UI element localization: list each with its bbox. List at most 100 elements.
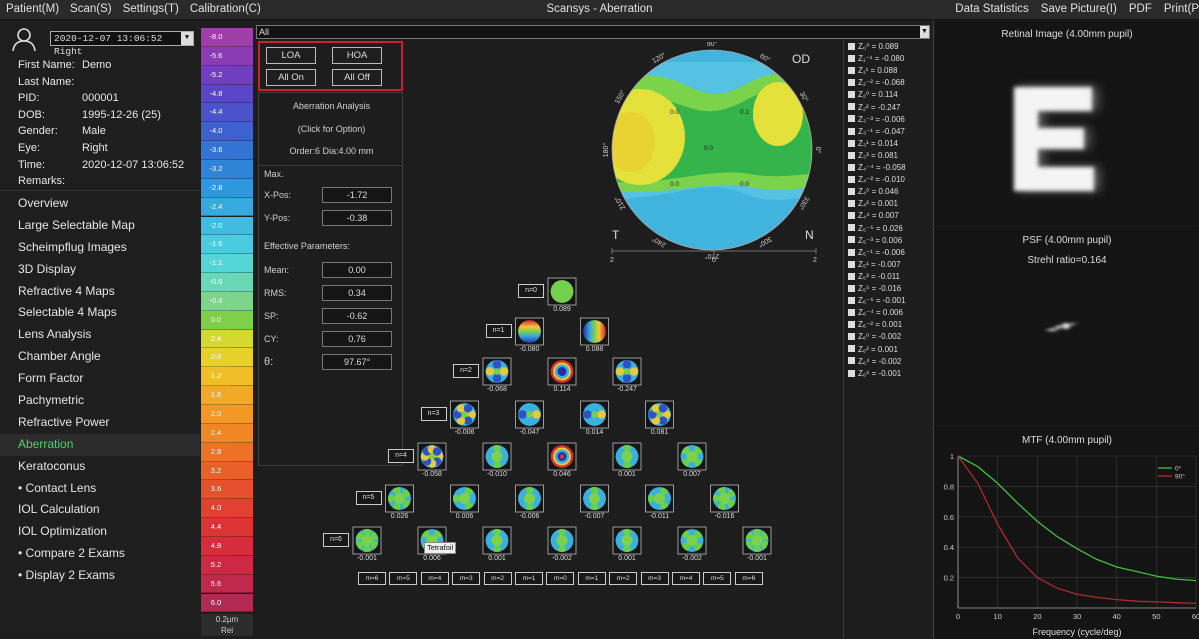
sidebar-item-display-2-exams[interactable]: • Display 2 Exams xyxy=(0,565,200,587)
zernike-term-frame[interactable] xyxy=(580,400,609,429)
sidebar-item-aberration[interactable]: Aberration xyxy=(0,433,200,456)
scale-mode[interactable]: Rel xyxy=(201,625,253,637)
checkbox[interactable] xyxy=(848,260,855,268)
checkbox[interactable] xyxy=(848,67,855,75)
zernike-term-frame[interactable] xyxy=(417,442,447,471)
zernike-term-frame[interactable] xyxy=(612,442,642,471)
zernike-coefficient-row[interactable]: Z₃¹ = 0.014 xyxy=(848,139,898,149)
zernike-coefficient-row[interactable]: Z₀⁰ = 0.089 xyxy=(848,42,899,52)
zernike-coefficient-row[interactable]: Z₆⁴ = -0.002 xyxy=(848,357,901,367)
checkbox[interactable] xyxy=(848,333,855,341)
sidebar-item-compare-2-exams[interactable]: • Compare 2 Exams xyxy=(0,543,200,565)
save-picture-button[interactable]: Save Picture(I) xyxy=(1041,3,1117,15)
zernike-coefficient-row[interactable]: Z₆⁻⁴ = 0.006 xyxy=(848,308,903,318)
zernike-coefficient-row[interactable]: Z₂⁻² = -0.068 xyxy=(848,78,905,88)
sidebar-item-iol-calculation[interactable]: IOL Calculation xyxy=(0,499,200,521)
zernike-coefficient-row[interactable]: Z₆⁶ = -0.001 xyxy=(848,369,901,379)
zernike-term-frame[interactable] xyxy=(515,317,544,346)
checkbox[interactable] xyxy=(848,309,855,317)
zernike-term-frame[interactable] xyxy=(677,442,707,471)
sidebar-item-form-factor[interactable]: Form Factor xyxy=(0,368,200,390)
checkbox[interactable] xyxy=(848,369,855,377)
zernike-coefficient-row[interactable]: Z₃⁻¹ = -0.047 xyxy=(848,127,905,137)
menu-settings[interactable]: Settings(T) xyxy=(123,3,179,15)
checkbox[interactable] xyxy=(848,151,855,159)
checkbox[interactable] xyxy=(848,345,855,353)
analysis-option-hint[interactable]: (Click for Option) xyxy=(259,124,404,134)
zernike-coefficient-row[interactable]: Z₆² = 0.001 xyxy=(848,345,898,355)
hoa-button[interactable]: HOA xyxy=(332,47,382,64)
zernike-coefficient-row[interactable]: Z₃⁻³ = -0.006 xyxy=(848,115,905,125)
checkbox[interactable] xyxy=(848,54,855,62)
zernike-coefficient-row[interactable]: Z₂⁰ = 0.114 xyxy=(848,90,898,100)
zernike-term-frame[interactable] xyxy=(612,357,642,386)
loa-button[interactable]: LOA xyxy=(266,47,316,64)
checkbox[interactable] xyxy=(848,127,855,135)
zernike-coefficient-row[interactable]: Z₃³ = 0.081 xyxy=(848,151,898,161)
checkbox[interactable] xyxy=(848,103,855,111)
zernike-term-frame[interactable] xyxy=(352,526,382,555)
zernike-term-frame[interactable] xyxy=(677,526,707,555)
zernike-coefficient-row[interactable]: Z₄⁻² = -0.010 xyxy=(848,175,905,185)
sidebar-item-refractive-4-maps[interactable]: Refractive 4 Maps xyxy=(0,281,200,303)
sidebar-item-keratoconus[interactable]: Keratoconus xyxy=(0,456,200,478)
all-off-button[interactable]: All Off xyxy=(332,69,382,86)
zernike-term-frame[interactable] xyxy=(450,484,479,513)
sidebar-item-3d-display[interactable]: 3D Display xyxy=(0,259,200,281)
zernike-coefficient-row[interactable]: Z₄⁻⁴ = -0.058 xyxy=(848,163,906,173)
zernike-coefficient-row[interactable]: Z₅³ = -0.011 xyxy=(848,272,900,282)
zernike-term-frame[interactable] xyxy=(645,484,674,513)
zernike-coefficient-row[interactable]: Z₅¹ = -0.007 xyxy=(848,260,901,270)
checkbox[interactable] xyxy=(848,272,855,280)
sidebar-item-pachymetric[interactable]: Pachymetric xyxy=(0,390,200,412)
checkbox[interactable] xyxy=(848,200,855,208)
zernike-term-frame[interactable] xyxy=(612,526,642,555)
chevron-down-icon[interactable]: ▼ xyxy=(181,32,193,45)
print-button[interactable]: Print(P xyxy=(1164,3,1199,15)
zernike-coefficient-row[interactable]: Z₅⁻³ = 0.006 xyxy=(848,236,902,246)
zernike-coefficient-row[interactable]: Z₁⁻¹ = -0.080 xyxy=(848,54,904,64)
sidebar-item-selectable-4-maps[interactable]: Selectable 4 Maps xyxy=(0,302,200,324)
zernike-coefficient-row[interactable]: Z₁¹ = 0.088 xyxy=(848,66,897,76)
zernike-coefficient-row[interactable]: Z₆⁻² = 0.001 xyxy=(848,320,902,330)
zernike-term-frame[interactable] xyxy=(385,484,414,513)
checkbox[interactable] xyxy=(848,163,855,171)
pdf-button[interactable]: PDF xyxy=(1129,3,1152,15)
zernike-coefficient-row[interactable]: Z₄⁴ = 0.007 xyxy=(848,211,899,221)
checkbox[interactable] xyxy=(848,296,855,304)
checkbox[interactable] xyxy=(848,115,855,123)
checkbox[interactable] xyxy=(848,357,855,365)
exam-select[interactable]: 2020-12-07 13:06:52 Right ▼ xyxy=(50,31,194,57)
checkbox[interactable] xyxy=(848,212,855,220)
zernike-term-frame[interactable] xyxy=(710,484,739,513)
zernike-term-frame[interactable] xyxy=(515,484,544,513)
zernike-term-frame[interactable] xyxy=(580,484,609,513)
sidebar-item-overview[interactable]: Overview xyxy=(0,193,200,215)
aberration-analysis-panel[interactable]: Aberration Analysis (Click for Option) O… xyxy=(258,92,403,466)
zernike-term-frame[interactable] xyxy=(482,526,512,555)
checkbox[interactable] xyxy=(848,248,855,256)
zernike-term-frame[interactable] xyxy=(547,526,577,555)
checkbox[interactable] xyxy=(848,42,855,50)
sidebar-item-iol-optimization[interactable]: IOL Optimization xyxy=(0,521,200,543)
zernike-coefficient-row[interactable]: Z₄² = 0.001 xyxy=(848,199,898,209)
checkbox[interactable] xyxy=(848,175,855,183)
checkbox[interactable] xyxy=(848,284,855,292)
zernike-term-frame[interactable] xyxy=(450,400,479,429)
zernike-term-frame[interactable] xyxy=(482,357,512,386)
sidebar-item-refractive-power[interactable]: Refractive Power xyxy=(0,412,200,434)
zernike-term-frame[interactable] xyxy=(547,277,577,306)
zernike-term-frame[interactable] xyxy=(547,357,577,386)
zernike-term-frame[interactable] xyxy=(547,442,577,471)
checkbox[interactable] xyxy=(848,139,855,147)
zernike-term-frame[interactable] xyxy=(580,317,609,346)
checkbox[interactable] xyxy=(848,91,855,99)
all-on-button[interactable]: All On xyxy=(266,69,316,86)
zernike-term-frame[interactable] xyxy=(645,400,674,429)
zernike-term-frame[interactable] xyxy=(515,400,544,429)
checkbox[interactable] xyxy=(848,321,855,329)
zernike-coefficient-row[interactable]: Z₆⁰ = -0.002 xyxy=(848,332,901,342)
sidebar-item-scheimpflug-images[interactable]: Scheimpflug Images xyxy=(0,237,200,259)
checkbox[interactable] xyxy=(848,224,855,232)
sidebar-item-large-selectable-map[interactable]: Large Selectable Map xyxy=(0,215,200,237)
